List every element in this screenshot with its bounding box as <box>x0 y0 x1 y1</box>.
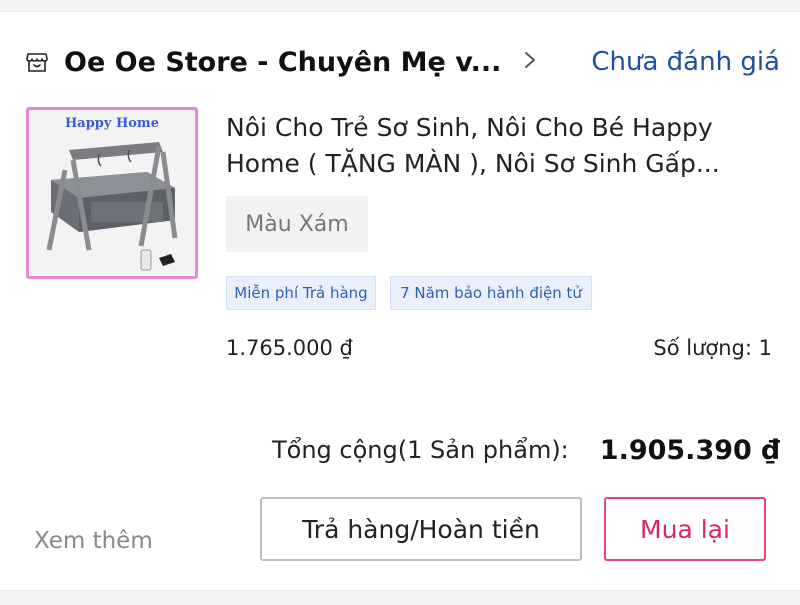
return-refund-button[interactable]: Trả hàng/Hoàn tiền <box>260 497 582 561</box>
tag-free-return: Miễn phí Trả hàng <box>226 276 376 310</box>
product-image[interactable]: Happy Home <box>26 107 198 279</box>
variant-badge: Màu Xám <box>226 196 368 252</box>
product-price: 1.765.000 ₫ <box>226 336 353 360</box>
product-title-line-1: Nôi Cho Trẻ Sơ Sinh, Nôi Cho Bé Happy <box>226 113 713 142</box>
rating-status-link[interactable]: Chưa đánh giá <box>591 47 780 77</box>
chevron-right-icon[interactable] <box>523 50 537 75</box>
order-total: Tổng cộng(1 Sản phẩm): 1.905.390 ₫ <box>272 430 780 470</box>
total-value: 1.905.390 ₫ <box>599 434 780 466</box>
crib-illustration <box>46 142 178 271</box>
bottom-divider <box>0 590 800 605</box>
product-title-line-2: Home ( TẶNG MÀN ), Nôi Sơ Sinh Gấp... <box>226 149 720 178</box>
product-title[interactable]: Nôi Cho Trẻ Sơ Sinh, Nôi Cho Bé Happy Ho… <box>226 110 780 182</box>
quantity-label: Số lượng: 1 <box>653 336 772 360</box>
top-divider <box>0 0 800 12</box>
shop-header[interactable]: Oe Oe Store - Chuyên Mẹ v... Chưa đánh g… <box>24 40 780 84</box>
see-more-link[interactable]: Xem thêm <box>34 528 153 554</box>
shop-name[interactable]: Oe Oe Store - Chuyên Mẹ v... <box>64 47 501 78</box>
total-label: Tổng cộng(1 Sản phẩm): <box>272 436 569 464</box>
buy-again-button[interactable]: Mua lại <box>604 497 766 561</box>
store-icon <box>24 49 50 75</box>
tag-warranty: 7 Năm bảo hành điện tử <box>390 276 592 310</box>
